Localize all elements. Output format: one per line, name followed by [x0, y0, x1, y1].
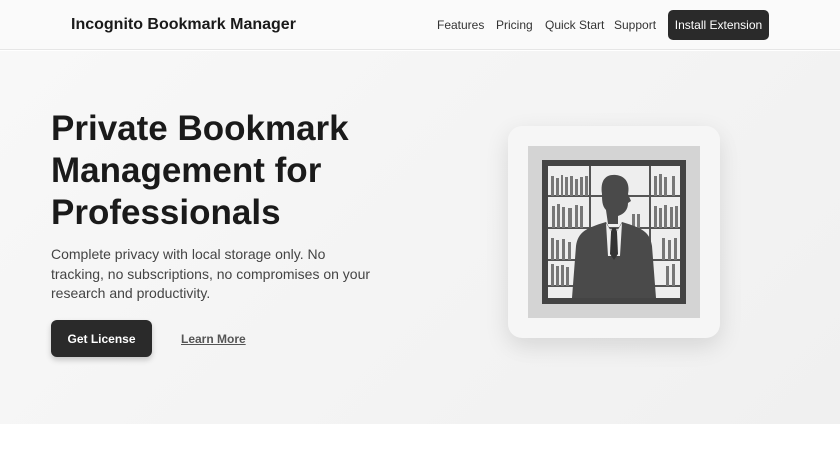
get-license-button[interactable]: Get License: [51, 320, 152, 357]
professional-bookshelf-illustration: [528, 146, 700, 318]
top-navbar: Incognito Bookmark Manager Features Pric…: [0, 0, 840, 50]
nav-pricing[interactable]: Pricing: [496, 18, 533, 32]
hero-section: Private Bookmark Management for Professi…: [0, 51, 840, 424]
nav-quick-start[interactable]: Quick Start: [545, 18, 604, 32]
hero-title: Private Bookmark Management for Professi…: [51, 109, 349, 232]
install-extension-button[interactable]: Install Extension: [668, 10, 769, 40]
brand-logo[interactable]: Incognito Bookmark Manager: [71, 16, 296, 34]
nav-features[interactable]: Features: [437, 18, 484, 32]
hero-description: Complete privacy with local storage only…: [51, 246, 371, 301]
learn-more-link[interactable]: Learn More: [181, 332, 246, 346]
hero-image-card: [508, 126, 720, 338]
nav-support[interactable]: Support: [614, 18, 656, 32]
